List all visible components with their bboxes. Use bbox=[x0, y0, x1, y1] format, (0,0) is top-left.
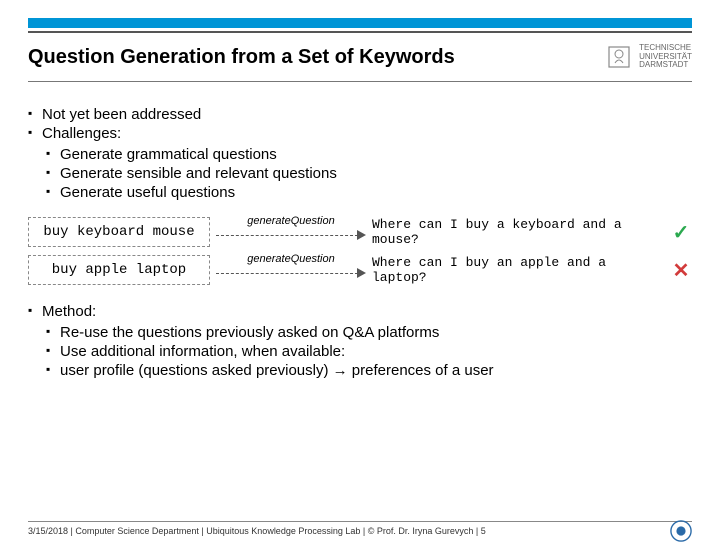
uni-line3: DARMSTADT bbox=[639, 61, 692, 70]
header: Question Generation from a Set of Keywor… bbox=[28, 43, 692, 71]
generated-question: Where can I buy a keyboard and a mouse? bbox=[372, 217, 666, 247]
arrow: generateQuestion bbox=[216, 219, 366, 245]
bullet-additional-info: Use additional information, when availab… bbox=[46, 343, 692, 360]
university-logo: TECHNISCHE UNIVERSITÄT DARMSTADT bbox=[605, 43, 692, 71]
bullet-challenges: Challenges: bbox=[28, 125, 692, 142]
examples-block: buy keyboard mouse generateQuestion Wher… bbox=[28, 217, 692, 285]
footer: 3/15/2018 | Computer Science Department … bbox=[28, 520, 692, 542]
generated-question: Where can I buy an apple and a laptop? bbox=[372, 255, 666, 285]
bullet-reuse: Re-use the questions previously asked on… bbox=[46, 324, 692, 341]
example-row: buy apple laptop generateQuestion Where … bbox=[28, 255, 692, 285]
arrow-label: generateQuestion bbox=[216, 215, 366, 227]
content: Not yet been addressed Challenges: Gener… bbox=[28, 106, 692, 379]
bullet-useful: Generate useful questions bbox=[46, 184, 692, 201]
cross-icon: ✕ bbox=[670, 258, 692, 283]
arrow-label: generateQuestion bbox=[216, 253, 366, 265]
top-rule bbox=[28, 31, 692, 33]
bullet-method: Method: bbox=[28, 303, 692, 320]
arrow: generateQuestion bbox=[216, 257, 366, 283]
bullet-sensible: Generate sensible and relevant questions bbox=[46, 165, 692, 182]
slide-title: Question Generation from a Set of Keywor… bbox=[28, 46, 455, 69]
bullet-not-addressed: Not yet been addressed bbox=[28, 106, 692, 123]
keywords-box: buy keyboard mouse bbox=[28, 217, 210, 247]
check-icon: ✓ bbox=[670, 220, 692, 245]
footer-text: 3/15/2018 | Computer Science Department … bbox=[28, 526, 486, 536]
keywords-box: buy apple laptop bbox=[28, 255, 210, 285]
bullet-grammatical: Generate grammatical questions bbox=[46, 146, 692, 163]
example-row: buy keyboard mouse generateQuestion Wher… bbox=[28, 217, 692, 247]
ukp-logo-icon bbox=[670, 520, 692, 542]
accent-bar bbox=[28, 18, 692, 28]
bullet-user-profile: user profile (questions asked previously… bbox=[46, 362, 692, 379]
mid-rule bbox=[28, 81, 692, 82]
athena-icon bbox=[605, 43, 633, 71]
